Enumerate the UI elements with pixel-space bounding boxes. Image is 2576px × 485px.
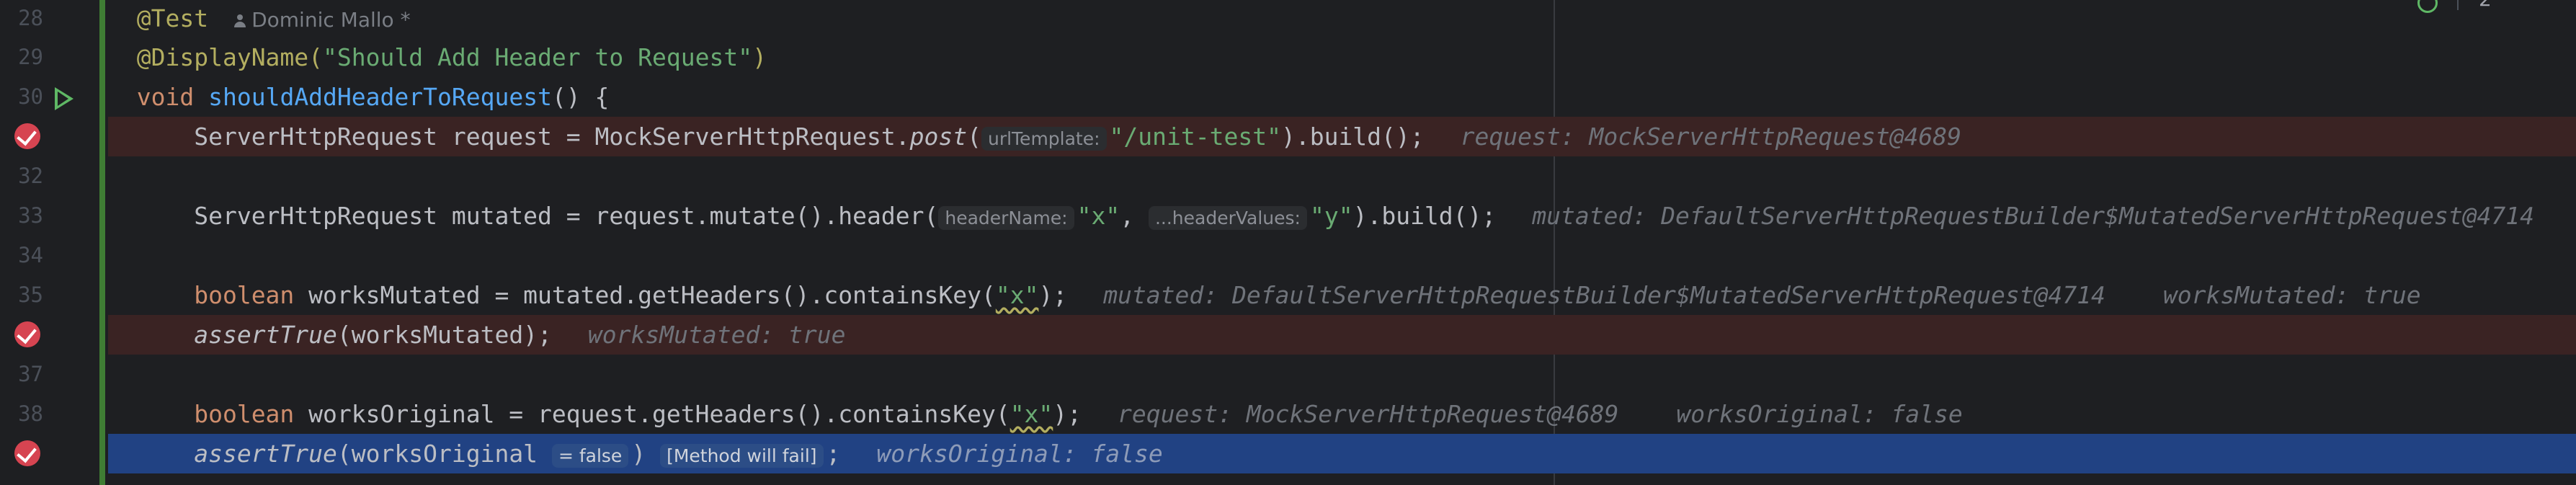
line-number: 30 bbox=[18, 84, 43, 109]
line-number: 32 bbox=[18, 164, 43, 188]
punctuation: ); bbox=[1038, 281, 1068, 309]
code-line-breakpoint[interactable]: assertTrue(worksMutated); worksMutated: t… bbox=[108, 315, 2576, 355]
line-number: 28 bbox=[18, 6, 43, 30]
code-line-current-execution[interactable]: assertTrue(worksOriginal = false) [Metho… bbox=[108, 434, 2576, 473]
code-text: ServerHttpRequest mutated = request.muta… bbox=[194, 202, 939, 230]
method-call: post bbox=[909, 123, 968, 151]
code-line[interactable]: boolean worksMutated = mutated.getHeader… bbox=[108, 275, 2576, 315]
debug-value[interactable]: worksOriginal: false bbox=[1676, 400, 1962, 428]
run-test-icon[interactable] bbox=[55, 87, 73, 110]
code-text: ).build(); bbox=[1280, 123, 1425, 151]
method-call: assertTrue bbox=[194, 321, 337, 349]
parameter-hint: ...headerValues: bbox=[1148, 206, 1307, 230]
punctuation: ; bbox=[826, 440, 841, 468]
debug-value[interactable]: worksMutated: true bbox=[2163, 281, 2421, 309]
punctuation: ( bbox=[967, 123, 981, 151]
punctuation: ) bbox=[631, 440, 646, 468]
code-text: worksMutated = mutated.getHeaders().cont… bbox=[294, 281, 996, 309]
line-number: 37 bbox=[18, 362, 43, 386]
code-line[interactable]: void shouldAddHeaderToRequest() { bbox=[108, 77, 2576, 117]
code-line[interactable]: ServerHttpRequest mutated = request.muta… bbox=[108, 196, 2576, 236]
keyword: boolean bbox=[194, 281, 295, 309]
punctuation: ) bbox=[752, 43, 767, 71]
parameter-hint: headerName: bbox=[938, 206, 1074, 230]
code-text: ServerHttpRequest request = MockServerHt… bbox=[194, 123, 910, 151]
string-literal: "Should Add Header to Request" bbox=[323, 43, 753, 71]
string-literal: "x" bbox=[995, 281, 1039, 309]
code-line[interactable]: @Test Dominic Mallo * bbox=[108, 0, 2576, 38]
breakpoint-icon[interactable] bbox=[14, 440, 40, 466]
debug-value[interactable]: worksOriginal: false bbox=[876, 440, 1162, 468]
breakpoint-icon[interactable] bbox=[14, 123, 40, 149]
breakpoint-icon[interactable] bbox=[14, 321, 40, 347]
person-icon bbox=[234, 14, 246, 27]
code-line[interactable]: @DisplayName("Should Add Header to Reque… bbox=[108, 37, 2576, 77]
parameter-hint: urlTemplate: bbox=[981, 127, 1107, 151]
code-text: (worksMutated); bbox=[337, 321, 552, 349]
method-call: assertTrue bbox=[194, 440, 337, 468]
debug-value[interactable]: request: MockServerHttpRequest@4689 bbox=[1461, 123, 1961, 151]
string-literal: "x" bbox=[1010, 400, 1053, 428]
method-name: shouldAddHeaderToRequest bbox=[208, 83, 552, 111]
line-number: 33 bbox=[18, 203, 43, 228]
code-text: (worksOriginal bbox=[337, 440, 538, 468]
inline-value-hint: = false bbox=[551, 444, 629, 468]
failure-hint: [Method will fail] bbox=[660, 444, 824, 468]
annotation: @Test bbox=[136, 4, 209, 32]
code-text: ).build(); bbox=[1352, 202, 1497, 230]
code-line[interactable]: boolean worksOriginal = request.getHeade… bbox=[108, 394, 2576, 434]
string-literal: "x" bbox=[1077, 202, 1120, 230]
vcs-change-marker[interactable] bbox=[99, 0, 105, 485]
punctuation: ); bbox=[1053, 400, 1082, 428]
line-number: 29 bbox=[18, 45, 43, 69]
keyword: void bbox=[136, 83, 195, 111]
annotation: @DisplayName( bbox=[136, 43, 324, 71]
line-number: 34 bbox=[18, 243, 43, 267]
line-number: 35 bbox=[18, 282, 43, 307]
string-literal: "/unit-test" bbox=[1109, 123, 1281, 151]
string-literal: "y" bbox=[1309, 202, 1353, 230]
punctuation: , bbox=[1120, 202, 1149, 230]
author-hint[interactable]: Dominic Mallo * bbox=[234, 8, 411, 32]
punctuation: () { bbox=[551, 83, 610, 111]
keyword: boolean bbox=[194, 400, 295, 428]
code-editor[interactable]: 2 28 29 30 32 33 34 35 37 38 @TestDomini… bbox=[0, 0, 2576, 485]
debug-value[interactable]: request: MockServerHttpRequest@4689 bbox=[1118, 400, 1618, 428]
code-text: worksOriginal = request.getHeaders().con… bbox=[294, 400, 1010, 428]
author-name: Dominic Mallo * bbox=[251, 8, 411, 32]
line-number: 38 bbox=[18, 401, 43, 426]
debug-value[interactable]: mutated: DefaultServerHttpRequestBuilder… bbox=[1532, 202, 2534, 230]
debug-value[interactable]: worksMutated: true bbox=[588, 321, 846, 349]
code-line-breakpoint[interactable]: ServerHttpRequest request = MockServerHt… bbox=[108, 117, 2576, 156]
debug-value[interactable]: mutated: DefaultServerHttpRequestBuilder… bbox=[1103, 281, 2105, 309]
